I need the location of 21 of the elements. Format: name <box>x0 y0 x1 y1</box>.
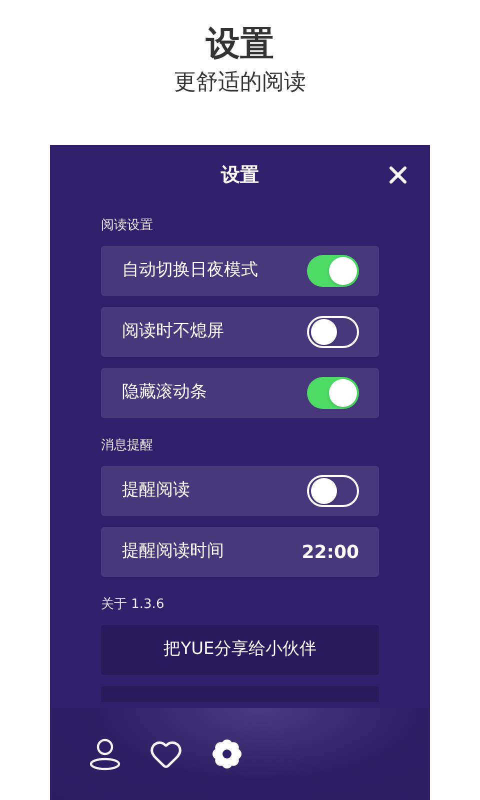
toggle-switch[interactable] <box>307 255 359 287</box>
setting-label: 阅读时不熄屏 <box>122 320 224 344</box>
time-value: 22:00 <box>302 540 359 564</box>
setting-label: 隐藏滚动条 <box>122 381 207 404</box>
action-button[interactable]: 把YUE分享给小伙伴 <box>101 625 379 675</box>
settings-icon <box>211 738 243 770</box>
page-title: 设置 <box>206 23 274 66</box>
toggle-switch[interactable] <box>307 377 359 409</box>
nav-tab[interactable] <box>87 736 123 772</box>
user-icon <box>88 737 122 771</box>
setting-label: 自动切换日夜模式 <box>122 259 258 282</box>
panel-title: 设置 <box>221 162 259 188</box>
toggle-switch[interactable] <box>307 475 359 507</box>
setting-label: 提醒阅读时间 <box>122 540 224 564</box>
setting-row[interactable]: 提醒阅读时间 22:00 <box>101 527 379 577</box>
toggle-switch[interactable] <box>307 316 359 348</box>
page-subtitle: 更舒适的阅读 <box>174 69 306 97</box>
section-label: 消息提醒 <box>101 437 153 456</box>
setting-label: 提醒阅读 <box>122 479 190 502</box>
section-label: 阅读设置 <box>101 217 153 236</box>
section-label: 关于 1.3.6 <box>101 596 164 614</box>
